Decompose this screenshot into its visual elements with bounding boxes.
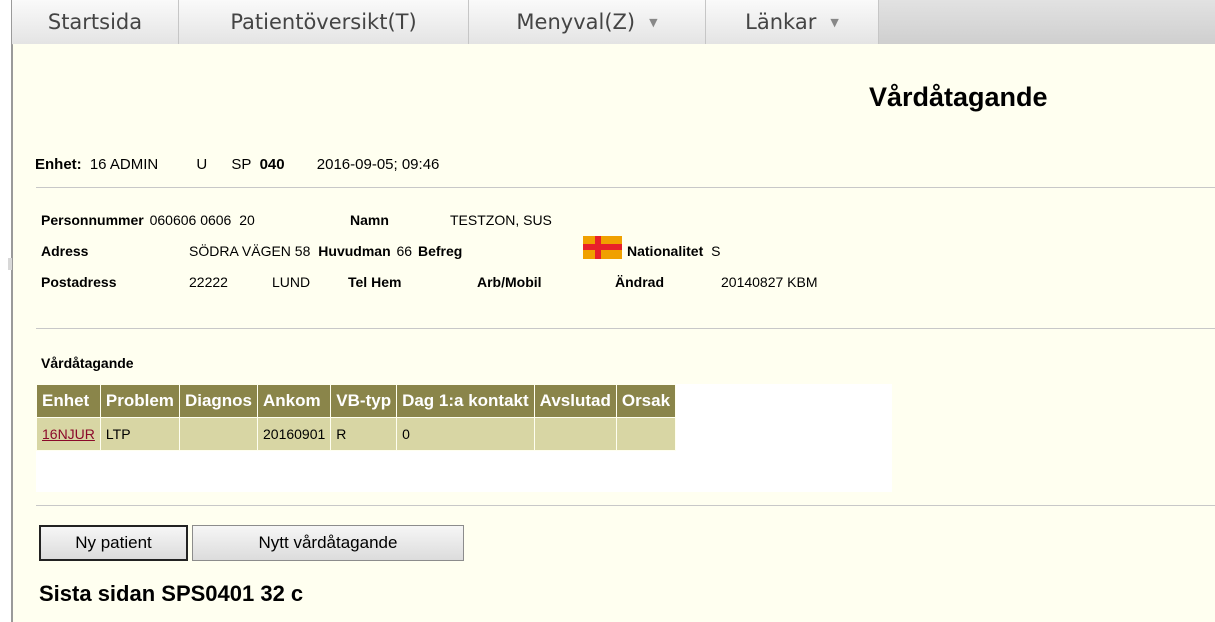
chevron-down-icon: ▼ bbox=[830, 15, 839, 29]
page-title: Vårdåtagande bbox=[869, 82, 1048, 112]
adress-row: SÖDRA VÄGEN 58 Huvudman 66 Befreg bbox=[189, 243, 462, 259]
ny-patient-label: Ny patient bbox=[75, 533, 152, 552]
menu-lankar-label: Länkar bbox=[745, 10, 817, 34]
top-menu-bar: Startsida Patientöversikt(T) Menyval(Z) … bbox=[12, 0, 1215, 45]
nationalitet-row: Nationalitet S bbox=[627, 243, 720, 259]
personnummer-label: Personnummer bbox=[41, 212, 144, 228]
section-title: Vårdåtagande bbox=[41, 355, 134, 371]
nationalitet-value: S bbox=[711, 243, 721, 259]
adress-label: Adress bbox=[41, 243, 89, 259]
nytt-vardatagande-label: Nytt vårdåtagande bbox=[258, 533, 398, 552]
table-header-row: Enhet Problem Diagnos Ankom VB-typ Dag 1… bbox=[36, 384, 677, 418]
menu-patientoversikt[interactable]: Patientöversikt(T) bbox=[179, 0, 469, 44]
huvudman-value: 66 bbox=[396, 243, 413, 259]
vardatagande-table-container: Enhet Problem Diagnos Ankom VB-typ Dag 1… bbox=[36, 384, 892, 492]
menu-menyval[interactable]: Menyval(Z) ▼ bbox=[469, 0, 706, 44]
ny-patient-button[interactable]: Ny patient bbox=[39, 525, 188, 561]
divider bbox=[36, 328, 1215, 329]
column-header[interactable]: Enhet bbox=[36, 384, 101, 418]
postnummer-value: 22222 bbox=[189, 274, 228, 290]
unit-mode: U bbox=[196, 156, 208, 173]
personnummer-value: 060606 0606 bbox=[149, 212, 232, 228]
column-header[interactable]: VB-typ bbox=[330, 384, 398, 418]
sp-label: SP bbox=[231, 156, 252, 173]
menu-bar-filler bbox=[879, 0, 1215, 44]
cell-dag: 0 bbox=[396, 417, 535, 451]
cell-avslutad bbox=[533, 417, 617, 451]
main-content: Vårdåtagande Enhet: 16 ADMIN U SP 040 20… bbox=[13, 44, 1215, 622]
namn-value: TESTZON, SUS bbox=[450, 212, 552, 228]
menu-startsida[interactable]: Startsida bbox=[12, 0, 179, 44]
telhem-label: Tel Hem bbox=[348, 274, 402, 290]
column-header[interactable]: Ankom bbox=[256, 384, 332, 418]
vardatagande-table: Enhet Problem Diagnos Ankom VB-typ Dag 1… bbox=[36, 384, 677, 451]
unit-label: Enhet: bbox=[35, 156, 82, 173]
nytt-vardatagande-button[interactable]: Nytt vårdåtagande bbox=[192, 525, 464, 561]
flag-icon bbox=[583, 236, 622, 259]
cell-ankom: 20160901 bbox=[256, 417, 332, 451]
timestamp: 2016-09-05; 09:46 bbox=[316, 156, 440, 173]
personnummer-row: Personnummer 060606 0606 20 bbox=[41, 212, 255, 228]
chevron-down-icon: ▼ bbox=[649, 15, 658, 29]
cell-enhet: 16NJUR bbox=[36, 417, 101, 451]
cell-problem: LTP bbox=[99, 417, 180, 451]
nationalitet-label: Nationalitet bbox=[627, 243, 704, 259]
huvudman-label: Huvudman bbox=[318, 243, 391, 259]
cell-diagnos bbox=[178, 417, 259, 451]
arbmobil-label: Arb/Mobil bbox=[477, 274, 542, 290]
menu-startsida-label: Startsida bbox=[47, 10, 143, 34]
column-header[interactable]: Dag 1:a kontakt bbox=[396, 384, 535, 418]
resize-handle[interactable] bbox=[8, 258, 12, 270]
enhet-link[interactable]: 16NJUR bbox=[42, 426, 95, 442]
age-value: 20 bbox=[239, 212, 255, 228]
menu-patientoversikt-label: Patientöversikt(T) bbox=[230, 10, 417, 34]
column-header[interactable]: Orsak bbox=[615, 384, 677, 418]
unit-value: 16 ADMIN bbox=[89, 156, 159, 173]
ort-value: LUND bbox=[272, 274, 311, 290]
cell-vbtyp: R bbox=[330, 417, 398, 451]
table-row: 16NJUR LTP 20160901 R 0 bbox=[36, 417, 677, 451]
befreg-label: Befreg bbox=[417, 243, 463, 259]
andrad-label: Ändrad bbox=[615, 274, 664, 290]
andrad-value: 20140827 KBM bbox=[721, 274, 818, 290]
unit-info-line: Enhet: 16 ADMIN U SP 040 2016-09-05; 09:… bbox=[35, 156, 439, 173]
postadress-label: Postadress bbox=[41, 274, 117, 290]
cell-orsak bbox=[615, 417, 677, 451]
divider bbox=[36, 505, 1215, 506]
column-header[interactable]: Problem bbox=[99, 384, 180, 418]
adress-value: SÖDRA VÄGEN 58 bbox=[189, 243, 311, 259]
namn-label: Namn bbox=[350, 212, 389, 228]
sp-value: 040 bbox=[259, 156, 285, 173]
column-header[interactable]: Avslutad bbox=[533, 384, 617, 418]
column-header[interactable]: Diagnos bbox=[178, 384, 259, 418]
menu-lankar[interactable]: Länkar ▼ bbox=[706, 0, 879, 44]
divider bbox=[36, 187, 1215, 188]
menu-menyval-label: Menyval(Z) bbox=[516, 10, 636, 34]
footer-page-id: Sista sidan SPS0401 32 c bbox=[39, 581, 304, 606]
